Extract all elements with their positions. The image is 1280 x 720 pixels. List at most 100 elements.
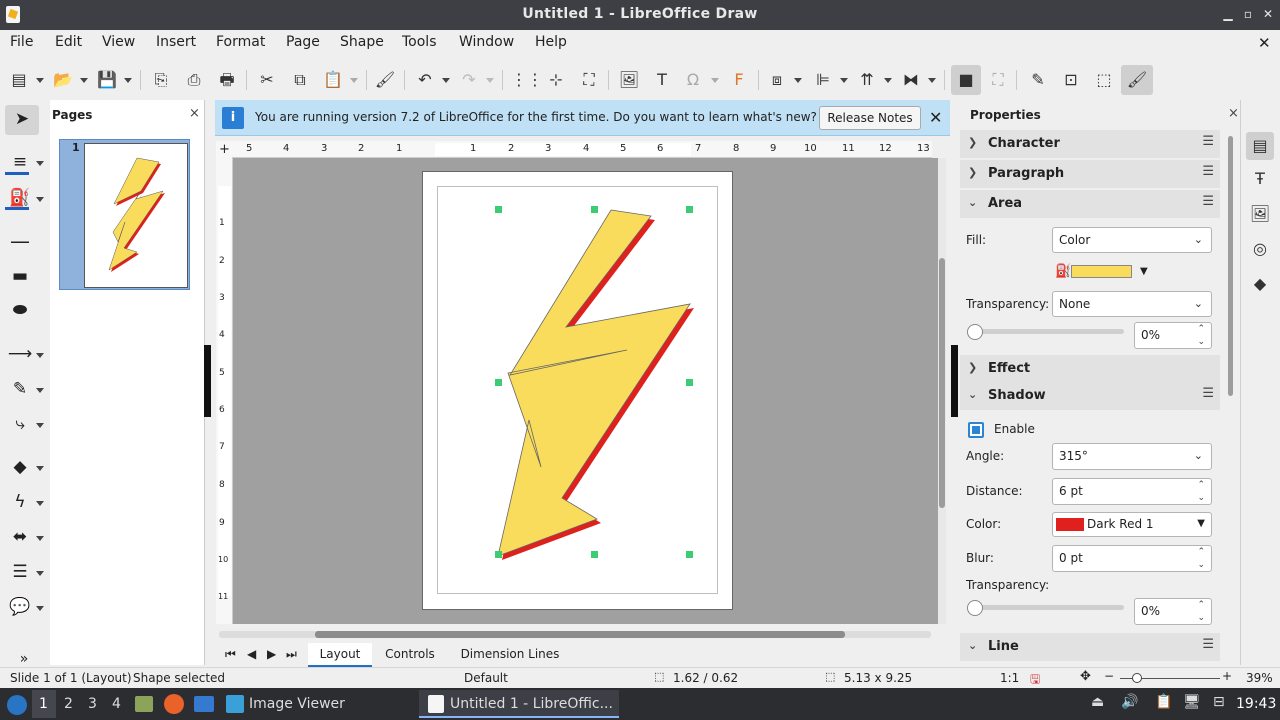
transparency-dropdown[interactable]: None ⌄	[1052, 291, 1212, 317]
fill-color-button[interactable]	[1071, 265, 1132, 278]
horizontal-scrollbar[interactable]	[219, 631, 931, 638]
start-menu-icon[interactable]	[7, 695, 27, 715]
taskbar-libreoffice[interactable]: Untitled 1 - LibreOffic...	[450, 696, 613, 712]
menu-icon[interactable]: ☰	[1202, 164, 1214, 179]
selection-handle[interactable]	[495, 379, 502, 386]
section-effect[interactable]: ❯ Effect	[960, 355, 1220, 383]
zoom-in-button[interactable]: +	[1222, 669, 1232, 683]
previous-tab-icon[interactable]: ◀	[247, 647, 256, 661]
chevron-down-icon: ⌄	[968, 196, 978, 209]
points-icon[interactable]: ✎	[1027, 69, 1049, 91]
tab-dimension-lines[interactable]: Dimension Lines	[455, 643, 565, 667]
spin-up-icon[interactable]: ⌃	[1197, 324, 1205, 334]
workspace-2[interactable]: 2	[64, 696, 73, 712]
menu-icon[interactable]: ☰	[1202, 134, 1214, 149]
selection-handle[interactable]	[591, 206, 598, 213]
close-window-button[interactable]: ✕	[1260, 6, 1276, 22]
color-label: Color:	[966, 517, 1002, 531]
properties-close-icon[interactable]: ×	[1228, 106, 1239, 121]
maximize-button[interactable]: ▫	[1240, 6, 1256, 22]
status-scale[interactable]: 1:1	[1000, 671, 1019, 685]
workspace-1[interactable]: 1	[39, 696, 48, 712]
tray-upload-icon[interactable]: ⏏	[1091, 694, 1104, 710]
spin-down-icon[interactable]: ⌄	[1197, 613, 1205, 623]
selection-handle[interactable]	[495, 206, 502, 213]
spin-down-icon[interactable]: ⌄	[1197, 337, 1205, 347]
shadow-color-dropdown[interactable]: Dark Red 1 ▼	[1052, 512, 1212, 537]
section-line[interactable]: ⌄ Line ☰	[960, 633, 1220, 661]
styles-deck-icon[interactable]: Ŧ	[1249, 168, 1271, 190]
tab-controls[interactable]: Controls	[379, 643, 441, 667]
status-master-page[interactable]: Default	[464, 671, 508, 685]
selection-handle[interactable]	[591, 551, 598, 558]
zoom-out-button[interactable]: −	[1104, 669, 1114, 683]
last-tab-icon[interactable]: ⏭	[286, 647, 297, 662]
clipboard-icon[interactable]: 📋	[1155, 694, 1172, 710]
status-size: 5.13 x 9.25	[844, 671, 913, 685]
section-character[interactable]: ❯ Character ☰	[960, 130, 1220, 158]
lightning-bolt-fill[interactable]	[497, 209, 691, 557]
fit-page-icon[interactable]: ✥	[1080, 669, 1091, 684]
workspace-3[interactable]: 3	[88, 696, 97, 712]
first-tab-icon[interactable]: ⏮	[225, 647, 236, 662]
section-shadow[interactable]: ⌄ Shadow ☰	[960, 382, 1220, 410]
sidebar-collapse-handle[interactable]	[951, 345, 958, 417]
image-viewer-icon[interactable]	[226, 695, 244, 713]
minimize-button[interactable]: ▁	[1220, 6, 1236, 22]
section-area[interactable]: ⌄ Area ☰	[960, 190, 1220, 218]
selection-handle[interactable]	[686, 379, 693, 386]
volume-icon[interactable]: 🔊	[1121, 694, 1138, 710]
taskbar-image-viewer[interactable]: Image Viewer	[249, 696, 345, 712]
spin-up-icon[interactable]: ⌃	[1197, 600, 1205, 610]
spin-down-icon[interactable]: ⌄	[1197, 560, 1205, 570]
next-tab-icon[interactable]: ▶	[267, 647, 276, 661]
shapes-deck-icon[interactable]: ◆	[1249, 273, 1271, 295]
zoom-slider-knob[interactable]	[1132, 673, 1142, 683]
close-document-icon[interactable]: ✕	[1258, 34, 1271, 52]
section-paragraph[interactable]: ❯ Paragraph ☰	[960, 160, 1220, 188]
position-icon: ⬚	[654, 670, 665, 683]
selection-handle[interactable]	[495, 551, 502, 558]
menu-icon[interactable]: ☰	[1202, 637, 1214, 652]
shadow-icon[interactable]: ■	[951, 65, 981, 95]
spin-down-icon[interactable]: ⌄	[1197, 493, 1205, 503]
tab-layout[interactable]: Layout	[308, 643, 372, 667]
sidebar-scroll-thumb[interactable]	[1228, 136, 1233, 396]
spin-up-icon[interactable]: ⌃	[1197, 480, 1205, 490]
shadow-enable-checkbox[interactable]	[968, 422, 984, 438]
glue-points-icon[interactable]: ⊡	[1060, 69, 1082, 91]
file-manager-icon[interactable]	[135, 696, 153, 712]
desktop-icon[interactable]	[194, 696, 214, 712]
vertical-scroll-thumb[interactable]	[939, 258, 945, 508]
notifications-icon[interactable]: ⊟	[1213, 694, 1225, 710]
selection-handle[interactable]	[686, 206, 693, 213]
shadow-angle-dropdown[interactable]: 315° ⌄	[1052, 443, 1212, 470]
crop-image-icon[interactable]: ⛶	[987, 69, 1009, 91]
vertical-scrollbar[interactable]	[938, 158, 946, 624]
shadow-distance-input[interactable]: 6 pt ⌃ ⌄	[1052, 478, 1212, 505]
menu-icon[interactable]: ☰	[1202, 386, 1214, 401]
fill-type-dropdown[interactable]: Color ⌄	[1052, 227, 1212, 253]
navigator-deck-icon[interactable]: ◎	[1249, 238, 1271, 260]
workspace-4[interactable]: 4	[112, 696, 121, 712]
chevron-down-icon[interactable]: ▼	[1140, 266, 1148, 277]
lightning-bolt-shape[interactable]	[0, 0, 950, 640]
transparency-percent-input[interactable]: 0% ⌃ ⌄	[1134, 322, 1212, 349]
toggle-extrusion-icon[interactable]: ⬚	[1093, 69, 1115, 91]
show-draw-functions-icon[interactable]: 🖌	[1121, 65, 1153, 95]
horizontal-scroll-thumb[interactable]	[315, 631, 845, 638]
shadow-blur-input[interactable]: 0 pt ⌃ ⌄	[1052, 545, 1212, 572]
gallery-deck-icon[interactable]: 🖼	[1249, 203, 1271, 225]
network-icon[interactable]: 🖥	[1183, 694, 1201, 710]
zoom-level[interactable]: 39%	[1246, 671, 1273, 685]
transparency-slider-knob[interactable]	[967, 324, 983, 340]
menu-icon[interactable]: ☰	[1202, 194, 1214, 209]
shadow-transparency-percent-input[interactable]: 0% ⌃ ⌄	[1134, 598, 1212, 625]
shadow-transparency-slider[interactable]	[972, 605, 1124, 610]
selection-handle[interactable]	[686, 551, 693, 558]
firefox-icon[interactable]	[164, 694, 184, 714]
spin-up-icon[interactable]: ⌃	[1197, 547, 1205, 557]
transparency-slider[interactable]	[972, 329, 1124, 334]
properties-deck-icon[interactable]: ▤	[1246, 132, 1274, 160]
shadow-transparency-slider-knob[interactable]	[967, 600, 983, 616]
